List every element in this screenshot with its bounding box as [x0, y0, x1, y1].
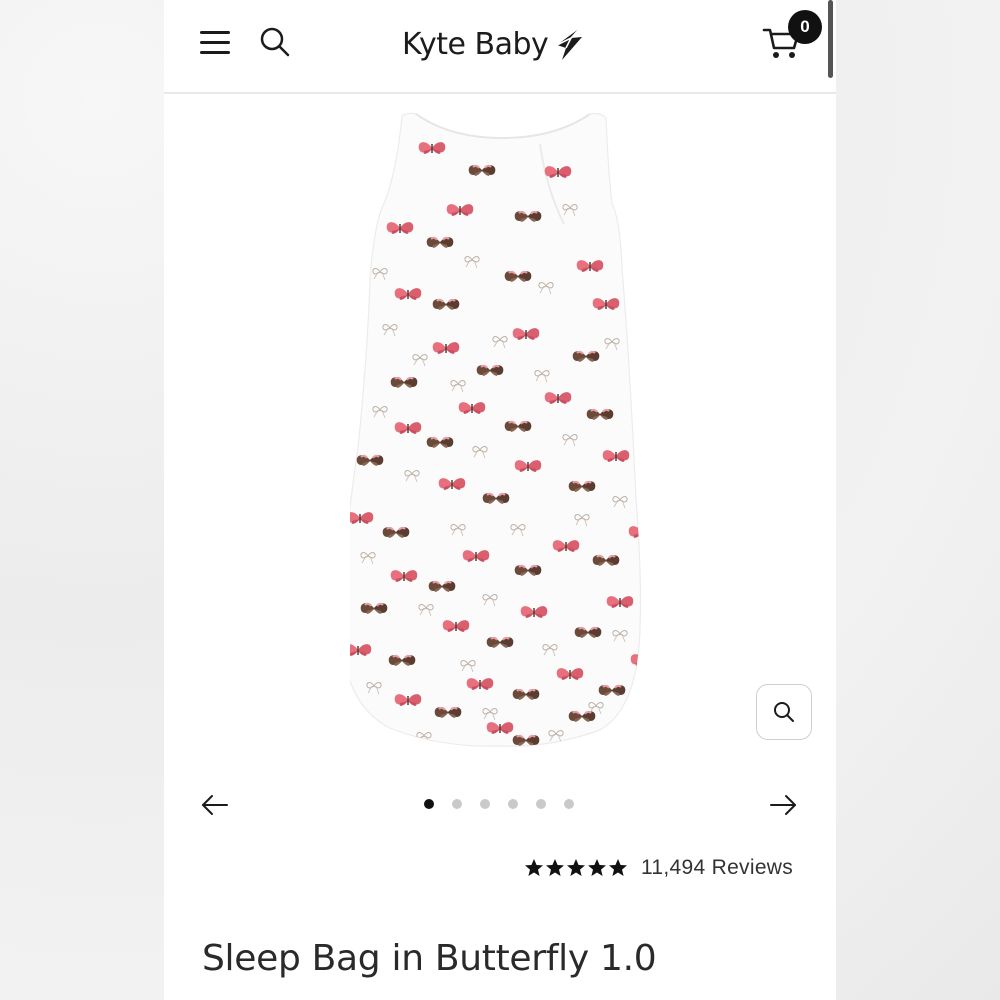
- star-icon: [525, 859, 543, 876]
- carousel-dot[interactable]: [480, 799, 490, 809]
- site-header: Kyte Baby 0: [164, 0, 836, 94]
- product-image[interactable]: [350, 108, 660, 750]
- product-title: Sleep Bag in Butterfly 1.0: [202, 938, 657, 980]
- carousel-dots: [424, 799, 574, 809]
- scrollbar-thumb[interactable]: [828, 0, 833, 78]
- zoom-button[interactable]: [756, 684, 812, 740]
- cart-count-badge: 0: [788, 10, 822, 44]
- product-rating[interactable]: 11,494 Reviews: [524, 856, 793, 880]
- carousel-dot[interactable]: [536, 799, 546, 809]
- arrow-left-icon[interactable]: [200, 790, 230, 820]
- reviews-count-link[interactable]: 11,494 Reviews: [641, 856, 793, 880]
- magnifier-icon: [774, 702, 794, 722]
- star-icon: [546, 859, 564, 876]
- carousel-dot[interactable]: [452, 799, 462, 809]
- mobile-page: Kyte Baby 0 11,494 Reviews Sleep Bag in …: [164, 0, 836, 1000]
- hamburger-menu-icon[interactable]: [200, 30, 230, 54]
- brand-logo[interactable]: Kyte Baby: [402, 22, 584, 66]
- star-rating: [524, 858, 628, 878]
- carousel-dot[interactable]: [564, 799, 574, 809]
- kite-logo-icon: [556, 27, 583, 60]
- star-icon: [588, 859, 606, 876]
- star-icon: [567, 859, 585, 876]
- star-icon: [609, 859, 627, 876]
- brand-name: Kyte Baby: [402, 26, 549, 62]
- carousel-dot[interactable]: [508, 799, 518, 809]
- search-icon[interactable]: [259, 26, 291, 58]
- arrow-right-icon[interactable]: [768, 790, 798, 820]
- carousel-dot[interactable]: [424, 799, 434, 809]
